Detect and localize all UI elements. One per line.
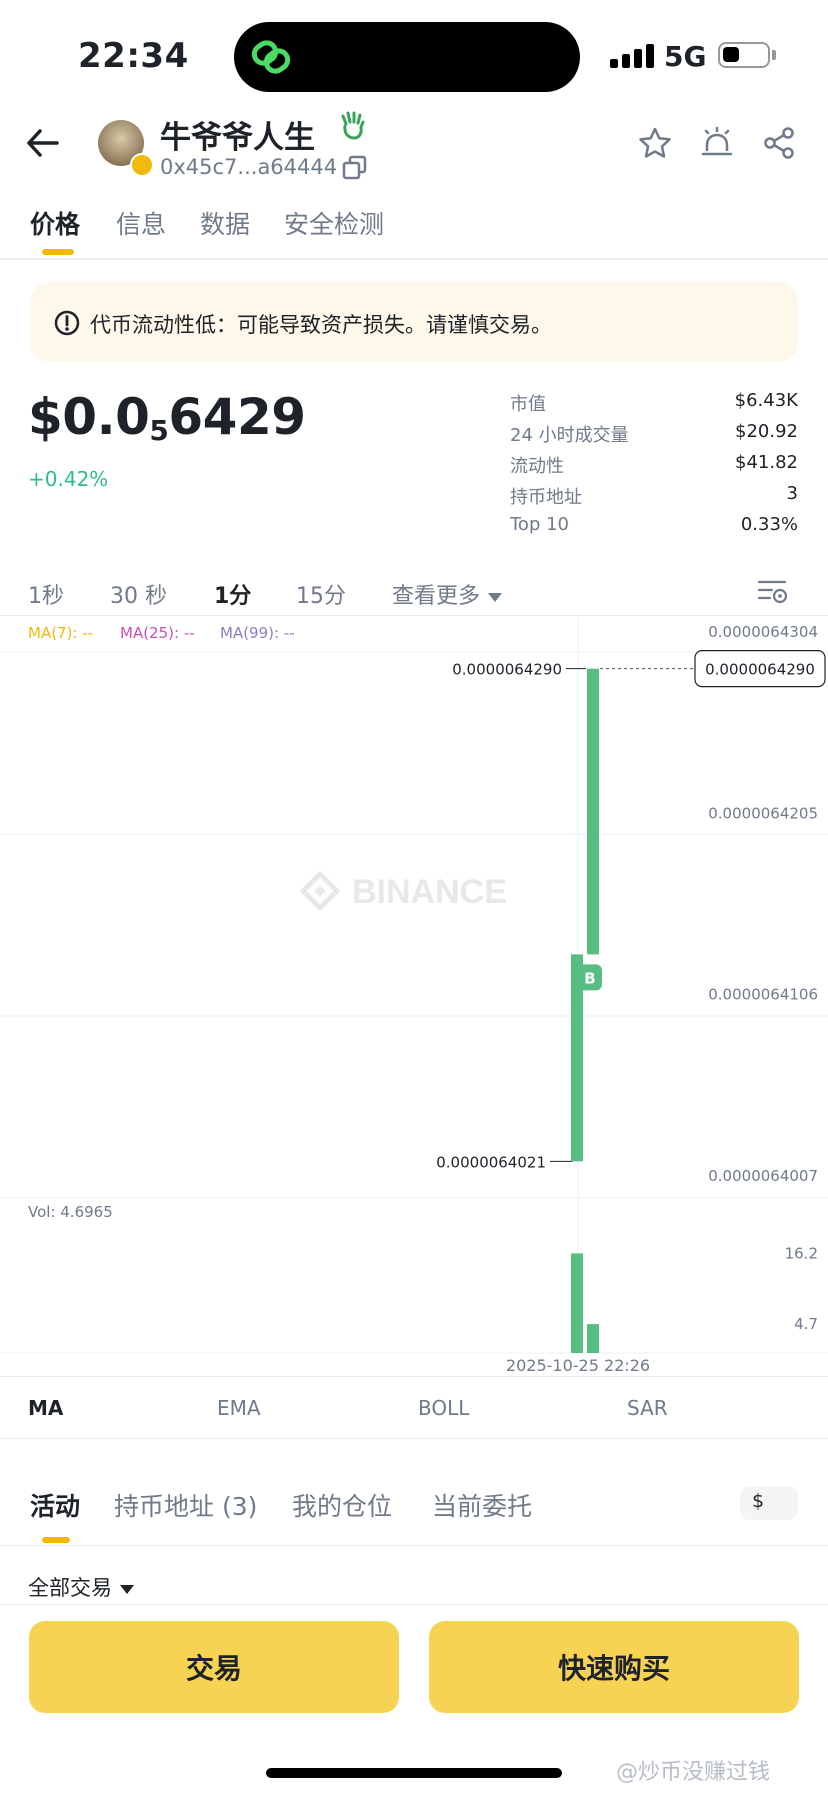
stat-volume-value: $20.92 [735,421,798,442]
warning-text: 代币流动性低：可能导致资产损失。请谨慎交易。 [90,313,552,337]
caret-down-icon [120,1584,134,1594]
volume-bar [587,1324,599,1353]
volume-tick-label: 16.2 [785,1244,818,1262]
stat-market-cap-value: $6.43K [734,390,798,411]
lower-tab-indicator [42,1537,70,1543]
hand-wave-icon [341,111,365,140]
tab-security[interactable]: 安全检测 [284,205,384,241]
link-app-icon [251,40,291,74]
buy-marker-label: B [584,969,595,987]
stat-market-cap-label: 市值 [510,394,546,415]
interval-more-label: 查看更多 [392,584,481,609]
tabs-divider [0,258,828,260]
volume-label: Vol: 4.6965 [28,1203,113,1221]
indicator-ma[interactable]: MA [28,1396,63,1420]
indicator-boll[interactable]: BOLL [418,1396,469,1420]
price-prefix: $0.0 [28,388,150,446]
price-change: +0.42% [28,467,109,491]
stat-top10-label: Top 10 [510,514,570,535]
lower-tabs-divider [0,1545,828,1546]
chart-annotations: 0.0000064290 0.0000064021 0.0000064290 [436,650,826,1171]
share-icon[interactable] [762,126,796,160]
current-price: $0.056429 [28,388,306,447]
status-time: 22:34 [78,36,189,76]
liquidity-warning-banner: 代币流动性低：可能导致资产损失。请谨慎交易。 [30,282,798,362]
price-alert-icon[interactable] [700,126,734,160]
volume-bar [571,1253,583,1353]
tab-price[interactable]: 价格 [30,205,80,241]
interval-more-dropdown[interactable]: 查看更多 [392,578,503,610]
battery-nub [772,50,776,60]
dynamic-island [234,22,580,92]
warning-icon [54,310,80,336]
price-chart[interactable]: BINANCE 0.00000643040.00000642050.000006… [0,615,828,1375]
favorite-star-icon[interactable] [638,127,672,159]
signal-icon [610,44,654,68]
chain-badge-icon [130,153,154,177]
chevron-down-icon [488,592,503,602]
volume-bars: 16.2 4.7 [571,1244,818,1353]
interval-30s[interactable]: 30 秒 [110,578,167,610]
volume-tick-label: 4.7 [794,1315,818,1333]
stat-liquidity-value: $41.82 [735,452,798,473]
copy-icon[interactable] [342,155,368,181]
price-tick-label: 0.0000064304 [708,623,818,641]
tab-activity[interactable]: 活动 [30,1487,80,1523]
back-arrow-icon[interactable] [26,128,60,158]
home-indicator [266,1768,562,1778]
trade-filter-dropdown[interactable]: 全部交易 [28,1572,134,1602]
stat-top10-value: 0.33% [740,514,798,535]
tab-data[interactable]: 数据 [200,205,250,241]
tab-active-indicator [42,249,74,255]
price-tick-label: 0.0000064007 [708,1167,818,1185]
current-price-tag: 0.0000064290 [705,661,815,679]
chart-settings-icon[interactable] [756,578,788,606]
interval-1m[interactable]: 1分 [214,578,251,610]
chart-grid [0,617,828,1354]
filter-divider [0,1604,828,1605]
tab-holders[interactable]: 持币地址 (3) [114,1487,257,1523]
interval-1s[interactable]: 1秒 [28,578,64,610]
token-name: 牛爷爷人生 [160,120,315,156]
candle-body [587,668,599,955]
low-price-label: 0.0000064021 [436,1153,546,1171]
chart-bottom-divider [0,1376,828,1377]
trade-filter-label: 全部交易 [28,1576,112,1600]
stat-volume-label: 24 小时成交量 [510,425,629,446]
price-digits: 6429 [168,388,306,446]
tab-my-positions[interactable]: 我的仓位 [292,1487,392,1523]
stat-liquidity-label: 流动性 [510,456,564,477]
currency-symbol: $ [752,1490,765,1512]
stat-holders-label: 持币地址 [510,487,582,508]
token-address: 0x45c7...a64444 [160,155,338,179]
watermark-text: BINANCE [352,873,507,911]
indicator-sar[interactable]: SAR [627,1396,668,1420]
tab-info[interactable]: 信息 [116,205,166,241]
stat-holders-value: 3 [786,483,798,504]
tab-open-orders[interactable]: 当前委托 [432,1487,532,1523]
price-zero-count: 5 [149,414,169,447]
quick-buy-button[interactable]: 快速购买 [429,1621,799,1713]
indicator-ema[interactable]: EMA [217,1396,261,1420]
network-type: 5G [664,40,707,73]
indicator-divider [0,1438,828,1439]
candles: B [571,668,602,1162]
footer-watermark: @炒币没赚过钱 [616,1760,771,1785]
battery-icon [718,42,770,68]
currency-toggle[interactable]: $ [740,1486,798,1520]
time-axis-label: 2025-10-25 22:26 [506,1356,650,1375]
price-tick-label: 0.0000064106 [708,986,818,1004]
high-price-label: 0.0000064290 [452,661,562,679]
interval-15m[interactable]: 15分 [296,578,346,610]
trade-button[interactable]: 交易 [29,1621,399,1713]
chart-watermark: BINANCE [299,870,507,912]
price-axis: 0.0000064304 0.0000064205 0.0000064106 0.00… [708,623,818,1185]
price-tick-label: 0.0000064205 [708,804,818,822]
